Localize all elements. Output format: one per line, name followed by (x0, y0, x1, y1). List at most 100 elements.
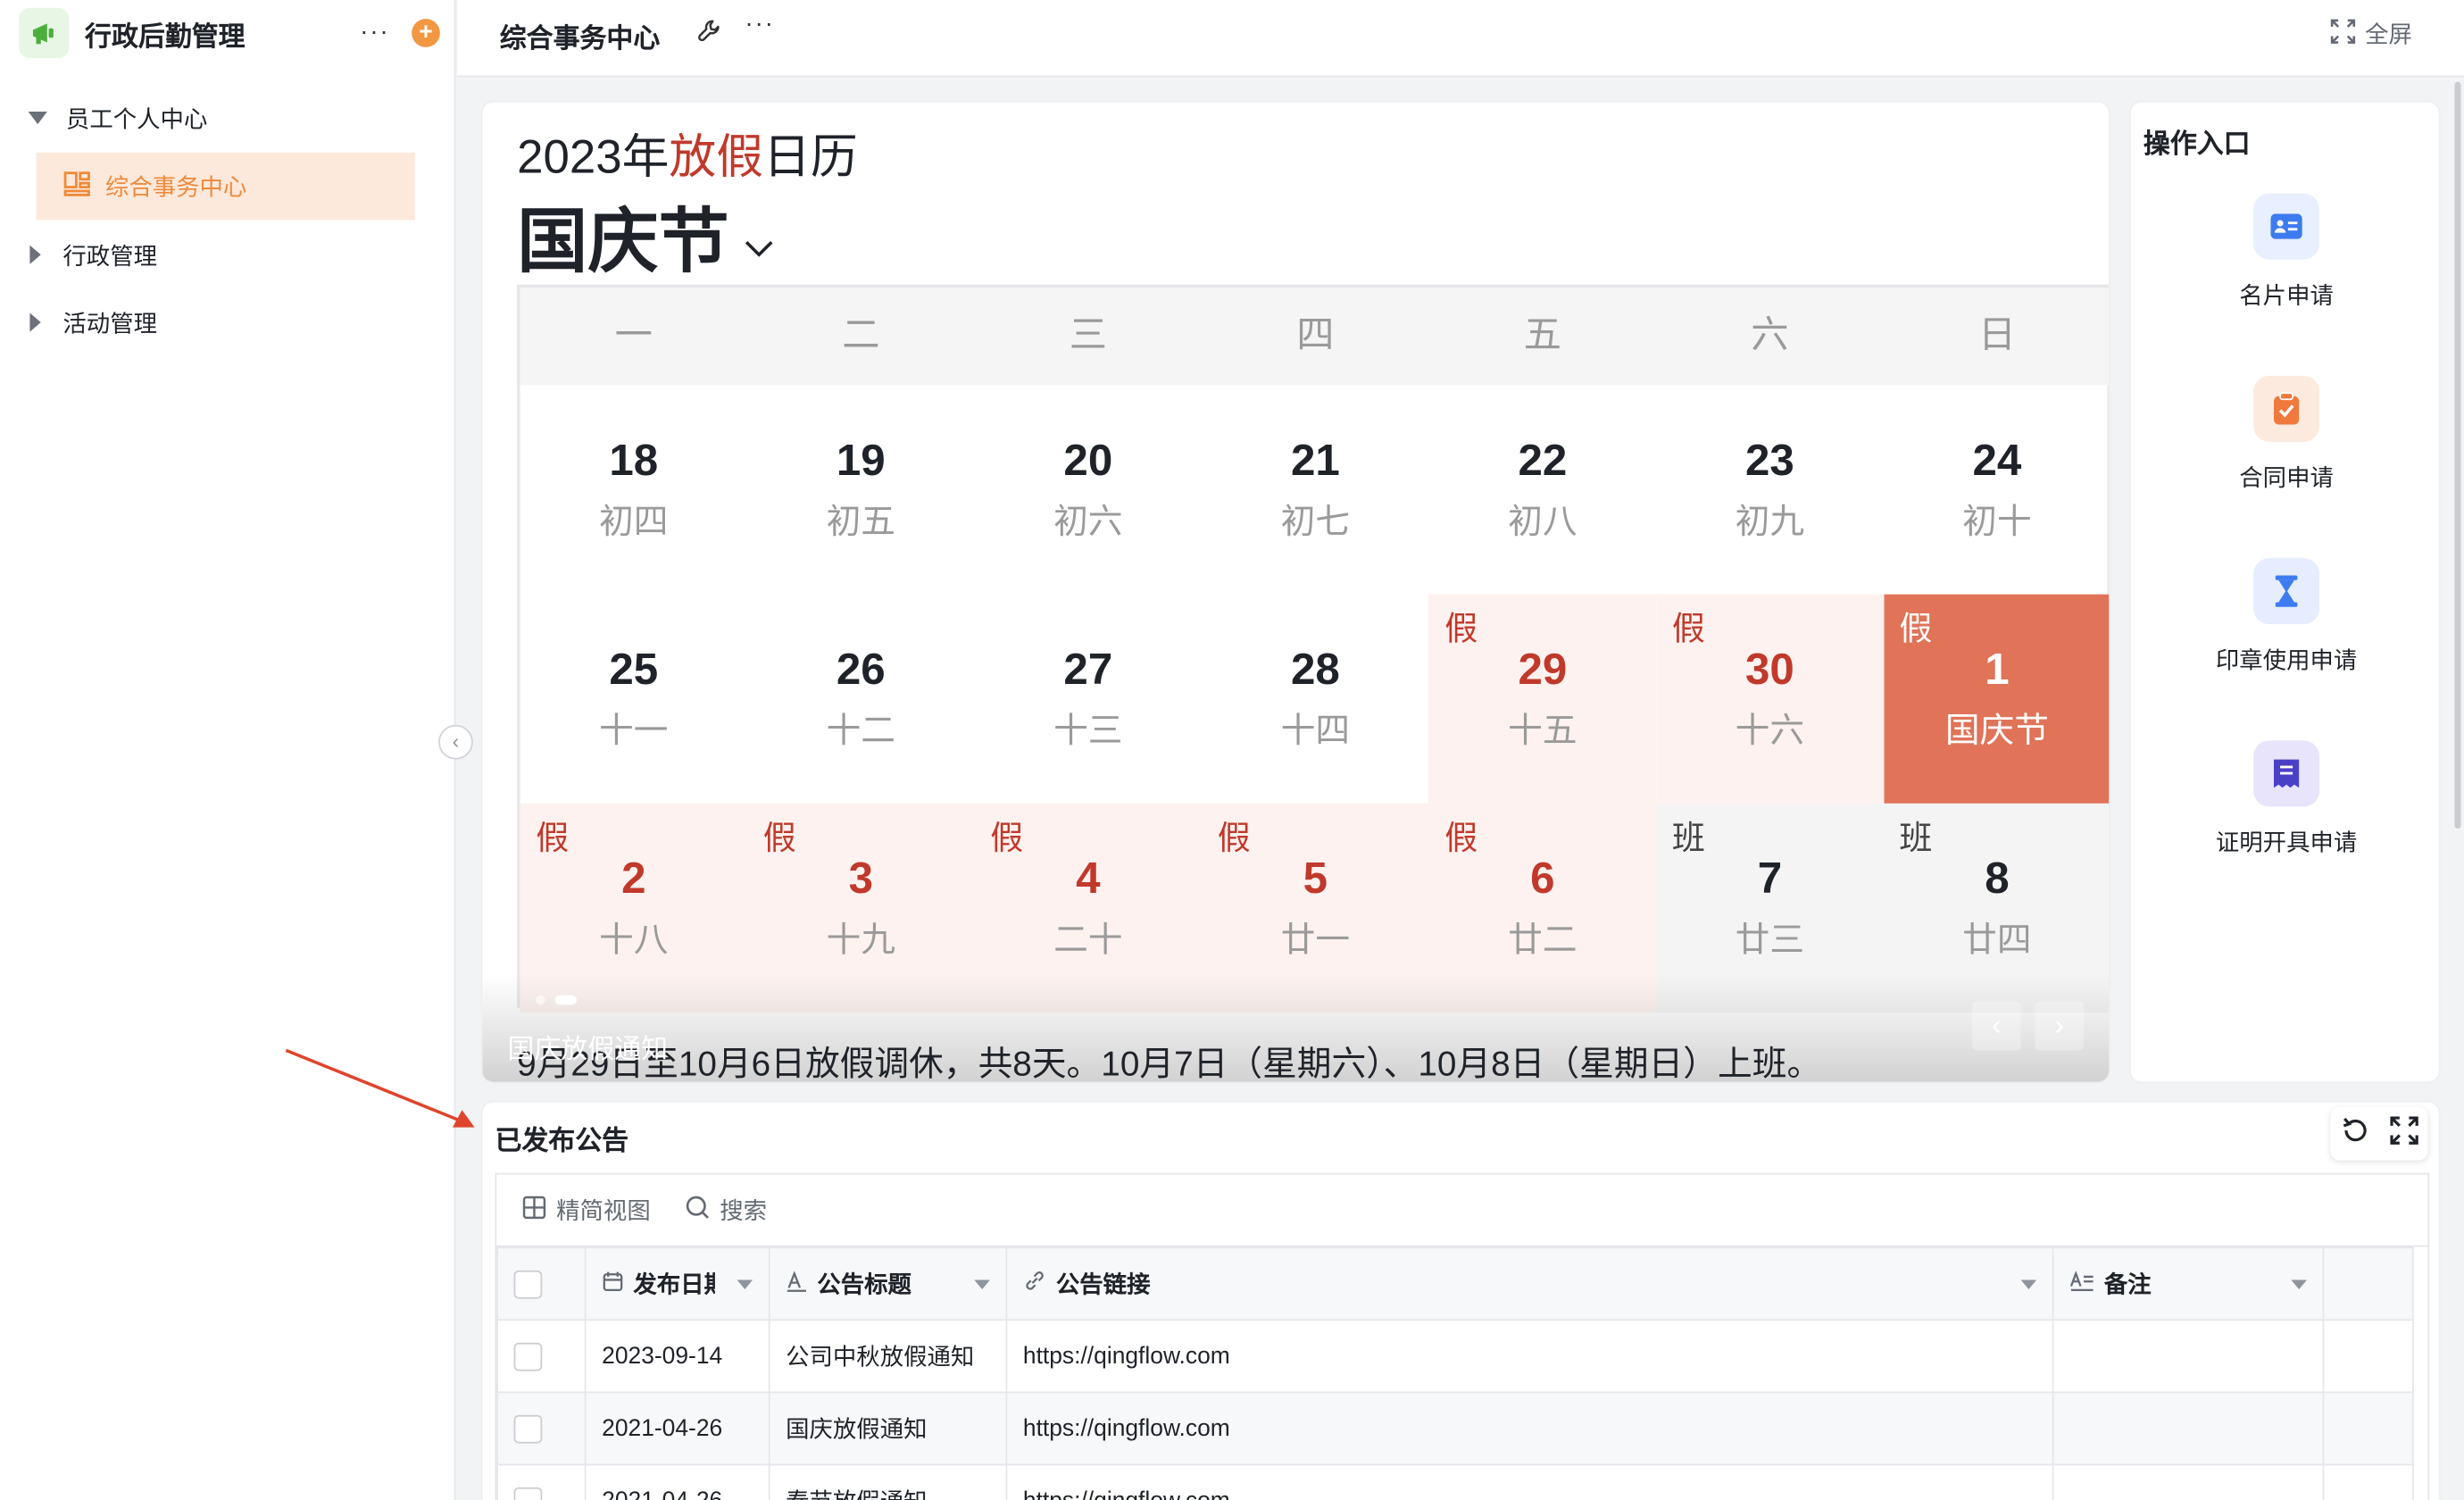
announcements-title: 已发布公告 (495, 1125, 629, 1156)
day-number: 18 (609, 435, 659, 485)
sidebar-group-activities[interactable]: 活动管理 (0, 296, 455, 349)
calendar-icon (602, 1270, 624, 1298)
day-number: 28 (1290, 645, 1340, 694)
cell-link[interactable]: https://qingflow.com (1005, 1463, 2054, 1500)
sidebar-group-label: 员工个人中心 (65, 105, 208, 133)
cell-title[interactable]: 公司中秋放假通知 (768, 1319, 1008, 1394)
column-label: 公告标题 (817, 1271, 912, 1299)
sort-caret-icon[interactable] (737, 1279, 753, 1289)
row-checkbox[interactable] (513, 1342, 543, 1371)
table-row[interactable]: 2021-04-26春节放假通知https://qingflow.com (496, 1463, 2414, 1500)
carousel-prev-button[interactable]: ‹ (1972, 1001, 2021, 1051)
column-header-note[interactable]: 备注 (2052, 1246, 2325, 1321)
calendar-day-cell: 25 十一 (520, 595, 747, 804)
cell-date[interactable]: 2021-04-26 (584, 1463, 770, 1500)
lunar-date: 初五 (826, 501, 896, 541)
search-button[interactable]: 搜索 (685, 1194, 767, 1227)
holiday-selector[interactable]: 国庆节 (517, 184, 776, 286)
column-header-title[interactable]: 公告标题 (768, 1246, 1008, 1321)
op-label: 证明开具申请 (2215, 829, 2358, 857)
refresh-icon[interactable] (2339, 1114, 2370, 1154)
carousel-next-button[interactable]: › (2035, 1001, 2085, 1051)
day-number: 3 (848, 854, 874, 903)
row-checkbox[interactable] (513, 1487, 543, 1500)
panel-tools (2330, 1106, 2428, 1161)
caret-down-icon (28, 112, 47, 125)
column-header-extra (2322, 1246, 2414, 1321)
column-header-link[interactable]: 公告链接 (1005, 1246, 2054, 1321)
sidebar-add-button[interactable]: + (412, 19, 440, 47)
lunar-date: 初八 (1508, 501, 1577, 541)
lunar-date: 初十 (1962, 501, 2032, 541)
grid-icon (521, 1194, 546, 1225)
day-number: 22 (1518, 435, 1568, 485)
page-title: 综合事务中心 (499, 23, 661, 54)
sort-caret-icon[interactable] (974, 1279, 990, 1289)
cell-note[interactable] (2052, 1319, 2325, 1394)
op-contract[interactable]: 合同申请 (2131, 375, 2443, 517)
search-label: 搜索 (720, 1197, 768, 1225)
carousel-dot-active[interactable] (554, 995, 577, 1005)
multiline-text-icon (2069, 1270, 2094, 1298)
row-select-cell[interactable] (496, 1319, 587, 1394)
day-number: 6 (1530, 854, 1555, 903)
sidebar-group-employee[interactable]: 员工个人中心 (0, 91, 455, 145)
page-more-icon[interactable]: ··· (745, 11, 774, 39)
cell-title[interactable]: 春节放假通知 (768, 1463, 1008, 1500)
column-header-date[interactable]: 发布日期 (584, 1246, 770, 1321)
sidebar-group-label: 行政管理 (62, 243, 158, 271)
sidebar-collapse-button[interactable]: ‹ (438, 724, 473, 760)
holiday-calendar-carousel[interactable]: 2023年放假日历 国庆节 一二三四五六日 18 初四 19 初五 20 初六 21 初七 22… (480, 100, 2110, 1084)
fullscreen-button[interactable]: 全屏 (2330, 17, 2412, 50)
cell-link[interactable]: https://qingflow.com (1005, 1319, 2054, 1394)
year-highlight: 放假 (669, 131, 764, 185)
lunar-date: 十四 (1280, 710, 1351, 750)
row-checkbox[interactable] (513, 1414, 543, 1443)
weekday-label: 日 (1977, 314, 2017, 357)
calendar-day-cell: 假 1 国庆节 (1883, 594, 2110, 804)
expand-icon[interactable] (2388, 1114, 2419, 1154)
cell-date[interactable]: 2023-09-14 (584, 1319, 770, 1394)
business-card-icon (2253, 193, 2320, 260)
carousel-caption: 国庆放假通知 (507, 1034, 669, 1065)
sidebar-item-label: 综合事务中心 (104, 174, 247, 202)
compact-view-button[interactable]: 精简视图 (521, 1194, 651, 1227)
sort-caret-icon[interactable] (2020, 1279, 2037, 1289)
annotation-arrow-icon (285, 1048, 475, 1128)
row-select-cell[interactable] (496, 1391, 587, 1466)
app-root: 行政后勤管理 ··· + 员工个人中心 综合事务中心 行政管理 活动管理 ‹ 综… (0, 0, 2464, 1500)
cell-title[interactable]: 国庆放假通知 (768, 1391, 1008, 1466)
day-number: 20 (1063, 435, 1113, 485)
clipboard-check-icon (2253, 375, 2320, 442)
calendar-day-cell: 20 初六 (975, 385, 1202, 594)
lunar-date: 廿四 (1962, 920, 2032, 960)
sidebar-group-label: 活动管理 (62, 310, 158, 338)
day-number: 1 (1985, 645, 2010, 694)
carousel-dot[interactable] (536, 995, 545, 1005)
cell-link[interactable]: https://qingflow.com (1005, 1391, 2054, 1466)
op-business-card[interactable]: 名片申请 (2131, 193, 2443, 335)
sidebar-group-admin[interactable]: 行政管理 (0, 228, 455, 281)
calendar-day-cell: 假 30 十六 (1656, 594, 1884, 804)
sidebar-more-icon[interactable]: ··· (360, 19, 389, 47)
select-all-checkbox[interactable] (513, 1270, 543, 1298)
table-row[interactable]: 2023-09-14 公司中秋放假通知 https://qingflow.com (496, 1319, 2414, 1394)
lunar-date: 十三 (1053, 710, 1123, 750)
calendar-day-cell: 18 初四 (520, 385, 747, 594)
cell-note[interactable] (2052, 1463, 2325, 1500)
page-scrollbar[interactable] (2454, 81, 2461, 829)
cell-extra (2322, 1319, 2414, 1394)
op-seal-usage[interactable]: 印章使用申请 (2131, 558, 2443, 699)
sort-caret-icon[interactable] (2291, 1279, 2307, 1289)
year-prefix: 2023年 (517, 131, 670, 185)
wrench-icon[interactable] (696, 17, 723, 52)
cell-note[interactable] (2052, 1391, 2325, 1466)
cell-date[interactable]: 2021-04-26 (584, 1391, 770, 1466)
row-select-cell[interactable] (496, 1463, 587, 1500)
weekday-label: 五 (1523, 314, 1562, 357)
carousel-dots[interactable] (536, 995, 577, 1005)
sidebar-item-affairs-center[interactable]: 综合事务中心 (36, 152, 415, 221)
select-all-cell[interactable] (496, 1246, 587, 1321)
table-row[interactable]: 2021-04-26 国庆放假通知 https://qingflow.com (496, 1391, 2414, 1466)
op-certificate[interactable]: 证明开具申请 (2131, 740, 2443, 881)
